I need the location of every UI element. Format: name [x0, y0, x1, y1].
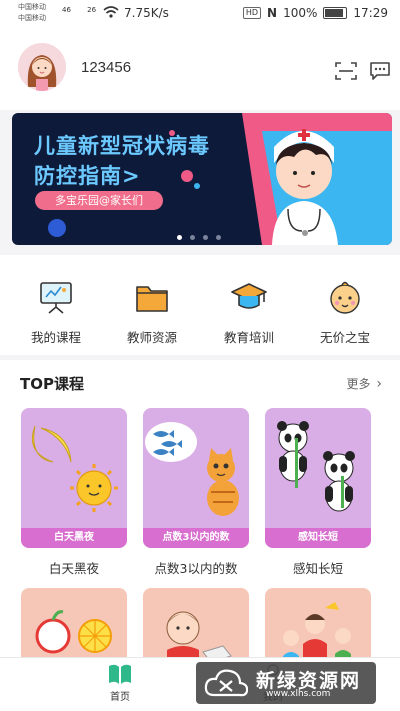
signal-1: 46	[62, 6, 71, 14]
banner-title-line1: 儿童新型冠状病毒	[34, 134, 210, 158]
menu-label: 无价之宝	[319, 330, 370, 345]
signal-labels: 46 26	[62, 6, 96, 14]
course-card-title: 点数3以内的数	[143, 528, 249, 548]
chevron-right-icon: ›	[376, 376, 382, 392]
family-illustration	[283, 602, 351, 668]
menu-label: 教育培训	[223, 330, 274, 345]
panda-illustration	[277, 421, 355, 512]
signal-2: 26	[87, 6, 97, 14]
fruit-illustration	[35, 610, 112, 654]
menu-my-courses[interactable]: 我的课程	[10, 277, 102, 346]
more-label: 更多	[346, 377, 371, 391]
moon-sun-illustration	[31, 425, 118, 512]
girl-avatar-icon	[18, 43, 66, 91]
scan-icon[interactable]	[334, 60, 358, 82]
section-title: TOP课程	[20, 375, 84, 393]
graduation-cap-icon	[231, 283, 267, 309]
menu-label: 我的课程	[30, 330, 81, 345]
course-label[interactable]: 感知长短	[265, 558, 371, 577]
profile-header: 123456	[0, 30, 400, 110]
course-card-day-night[interactable]: 白天黑夜	[21, 408, 127, 548]
avatar[interactable]	[18, 43, 66, 91]
status-right: HD N 100% 17:29	[242, 6, 388, 20]
username[interactable]: 123456	[81, 59, 131, 76]
boy-illustration	[166, 611, 232, 668]
quick-menu: 我的课程 教师资源 教育培训 无价之宝	[0, 255, 400, 355]
menu-label: 教师资源	[126, 330, 177, 345]
course-card-count-three[interactable]: 点数3以内的数	[143, 408, 249, 548]
banner-tag: 多宝乐园@家长们	[35, 191, 163, 210]
menu-teacher-resources[interactable]: 教师资源	[106, 277, 198, 346]
more-link[interactable]: 更多 ›	[347, 375, 382, 392]
carousel-dot[interactable]	[216, 235, 221, 240]
course-card-title: 感知长短	[265, 528, 371, 548]
tab-home-label: 首页	[110, 692, 130, 703]
battery-icon	[323, 7, 348, 19]
menu-priceless-treasure[interactable]: 无价之宝	[299, 277, 391, 346]
watermark-url: www.xlhs.com	[266, 689, 331, 699]
cloud-logo-icon	[204, 669, 248, 697]
wifi-icon	[103, 6, 119, 18]
carrier-1: 中国移动	[18, 3, 46, 11]
hd-badge: HD	[242, 7, 262, 19]
carousel-dot[interactable]	[177, 235, 182, 240]
menu-education-training[interactable]: 教育培训	[203, 277, 295, 346]
promo-banner[interactable]: 儿童新型冠状病毒 防控指南> 多宝乐园@家长们	[12, 113, 392, 245]
message-icon[interactable]	[368, 60, 392, 82]
carousel-dot[interactable]	[203, 235, 208, 240]
carousel-dots[interactable]	[177, 235, 221, 240]
watermark: 新绿资源网 www.xlhs.com	[196, 662, 376, 704]
course-card-long-short[interactable]: 感知长短	[265, 408, 371, 548]
carousel-dot[interactable]	[190, 235, 195, 240]
baby-face-icon	[330, 281, 360, 314]
top-courses-section: TOP课程 更多 › 白天黑夜 白天黑夜 点数3以内的数 点数3以内的数 感知长…	[0, 360, 400, 668]
carrier-labels: 中国移动 中国移动	[18, 2, 46, 24]
nfc-icon: N	[267, 6, 278, 20]
fish-cat-illustration	[145, 422, 239, 516]
banner-title-line2: 防控指南>	[34, 164, 141, 188]
folder-icon	[136, 286, 168, 312]
tab-home[interactable]: 首页	[80, 662, 160, 703]
carrier-2: 中国移动	[18, 14, 46, 22]
course-card-boy[interactable]	[143, 588, 249, 668]
book-icon	[109, 664, 131, 684]
course-card-family[interactable]	[265, 588, 371, 668]
course-label[interactable]: 点数3以内的数	[143, 558, 249, 577]
course-label[interactable]: 白天黑夜	[21, 558, 127, 577]
battery-percent: 100%	[283, 6, 318, 20]
network-speed: 7.75K/s	[124, 6, 169, 20]
course-card-title: 白天黑夜	[21, 528, 127, 548]
presentation-board-icon	[40, 282, 72, 314]
clock: 17:29	[353, 6, 388, 20]
course-card-fruit[interactable]	[21, 588, 127, 668]
status-bar: 中国移动 中国移动 46 26 7.75K/s HD N 100% 17:29	[0, 0, 400, 30]
